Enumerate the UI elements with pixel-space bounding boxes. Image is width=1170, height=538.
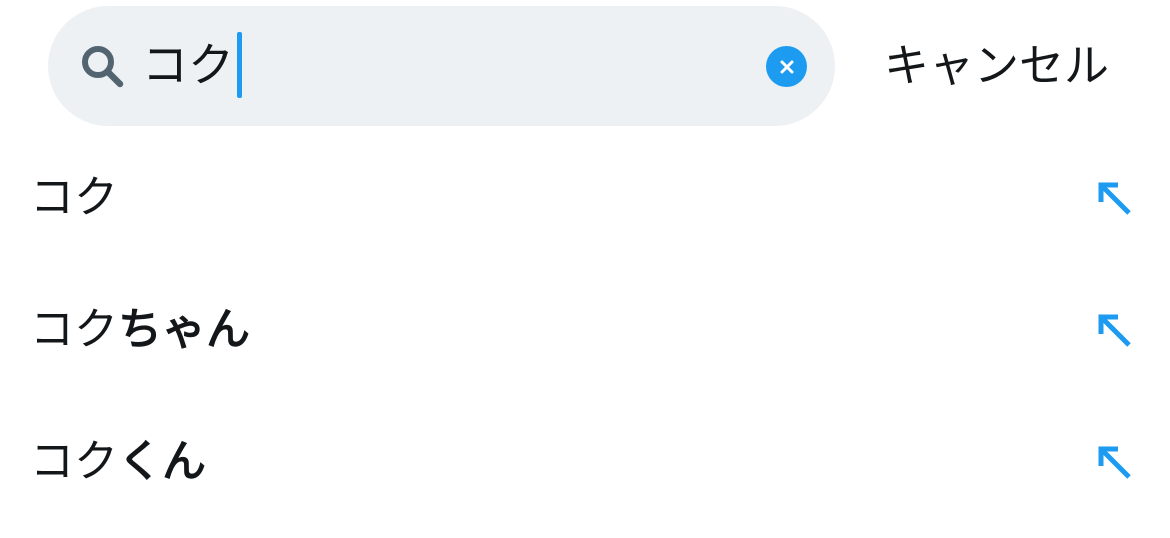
suggestion-typed-text: コク [30, 172, 118, 223]
suggestion-typed-text: コク [30, 304, 118, 355]
suggestion-completion-text: くん [118, 436, 206, 487]
suggestion-text: コク [30, 168, 118, 228]
search-icon [82, 46, 124, 88]
suggestion-text: コクくん [30, 432, 206, 492]
suggestion-typed-text: コク [30, 436, 118, 487]
search-input[interactable]: コク [142, 30, 242, 100]
clear-search-button[interactable] [766, 46, 807, 87]
arrow-up-left-icon[interactable] [1094, 310, 1134, 350]
arrow-up-left-icon[interactable] [1094, 178, 1134, 218]
suggestion-text: コクちゃん [30, 300, 250, 360]
suggestion-completion-text: ちゃん [118, 304, 250, 355]
clear-icon [780, 60, 793, 73]
suggestion-item[interactable]: コク [0, 132, 1170, 264]
cancel-button[interactable]: キャンセル [884, 30, 1109, 102]
text-caret [237, 32, 242, 98]
suggestion-item[interactable]: コクくん [0, 396, 1170, 528]
suggestion-item[interactable]: コクちゃん [0, 264, 1170, 396]
arrow-up-left-icon[interactable] [1094, 442, 1134, 482]
search-input-value: コク [142, 38, 234, 92]
